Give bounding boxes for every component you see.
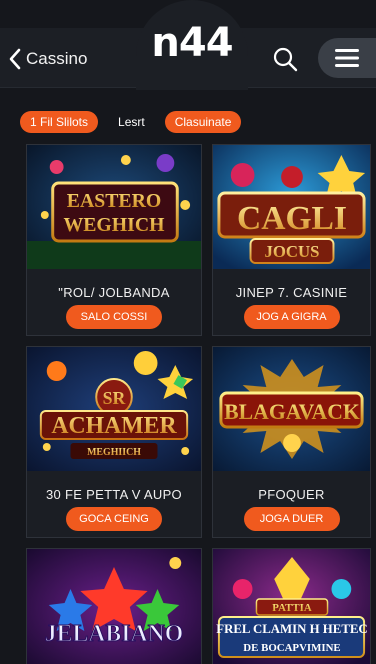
art-text-line2: WEGHICH	[63, 214, 165, 236]
play-button[interactable]: JOG A GIGRA	[243, 305, 340, 329]
filter-chip-classic[interactable]: Clasuinate	[164, 111, 242, 133]
art-text-line2: JOCUS	[265, 242, 320, 261]
game-thumbnail[interactable]: PATTIA FREL CLAMIN H HETEC DE BOCAPVIMIN…	[213, 549, 370, 664]
play-button[interactable]: JOGA DUER	[243, 507, 340, 531]
game-title: JINEP 7. CASINIE	[235, 285, 348, 300]
game-thumbnail[interactable]: JELABIANO	[27, 549, 201, 664]
art-text-line1: CAGLI	[237, 200, 347, 237]
hamburger-icon	[335, 49, 359, 67]
game-grid: EASTERO WEGHICH "ROL/ JOLBANDA SALO COSS…	[26, 144, 371, 664]
game-thumbnail[interactable]: SR ACHAMER MEGHIICH	[27, 347, 201, 471]
filter-chip-latest[interactable]: Lesrt	[108, 111, 155, 133]
art-text-line1: EASTERO	[67, 190, 161, 212]
game-title: "ROL/ JOLBANDA	[58, 285, 170, 300]
brand-logo[interactable]: n44	[136, 20, 248, 66]
play-button[interactable]: GOCA CEING	[66, 507, 162, 531]
art-text-line2: ACHAMER	[51, 413, 177, 439]
play-button[interactable]: SALO COSSI	[66, 305, 162, 329]
art-text-line1: PATTIA	[272, 602, 312, 614]
art-text-line3: MEGHIICH	[87, 447, 141, 458]
game-title: 30 FE PETTA V AUPO	[46, 487, 182, 502]
game-thumbnail[interactable]: CAGLI JOCUS	[213, 145, 370, 269]
game-title: PFOQUER	[258, 487, 325, 502]
back-label: Cassino	[26, 49, 88, 68]
filter-bar: 1 Fil Slilots Lesrt Clasuinate	[20, 110, 242, 134]
game-thumbnail[interactable]: BLAGAVACK	[213, 347, 370, 471]
back-button[interactable]: Cassino	[8, 48, 87, 70]
menu-button[interactable]	[318, 38, 376, 78]
art-text-line2: FREL CLAMIN H HETEC	[216, 621, 367, 636]
game-card[interactable]: EASTERO WEGHICH "ROL/ JOLBANDA SALO COSS…	[26, 144, 202, 336]
game-thumbnail[interactable]: EASTERO WEGHICH	[27, 145, 201, 269]
art-text-line1: JELABIANO	[45, 621, 183, 647]
search-button[interactable]	[272, 46, 298, 72]
art-text-line1: BLAGAVACK	[224, 400, 360, 424]
art-text-line1: SR	[103, 388, 127, 408]
game-card[interactable]: BLAGAVACK PFOQUER JOGA DUER	[212, 346, 371, 538]
game-card[interactable]: SR ACHAMER MEGHIICH 30 FE PETTA V AUPO G…	[26, 346, 202, 538]
top-header: n44 Cassino	[0, 0, 376, 90]
game-card[interactable]: CAGLI JOCUS JINEP 7. CASINIE JOG A GIGRA	[212, 144, 371, 336]
search-icon	[273, 47, 298, 72]
chevron-left-icon	[9, 48, 21, 70]
art-text-line3: DE BOCAPVIMINE	[243, 642, 340, 654]
game-card[interactable]: PATTIA FREL CLAMIN H HETEC DE BOCAPVIMIN…	[212, 548, 371, 664]
game-card[interactable]: JELABIANO	[26, 548, 202, 664]
filter-chip-slots[interactable]: 1 Fil Slilots	[20, 111, 99, 133]
